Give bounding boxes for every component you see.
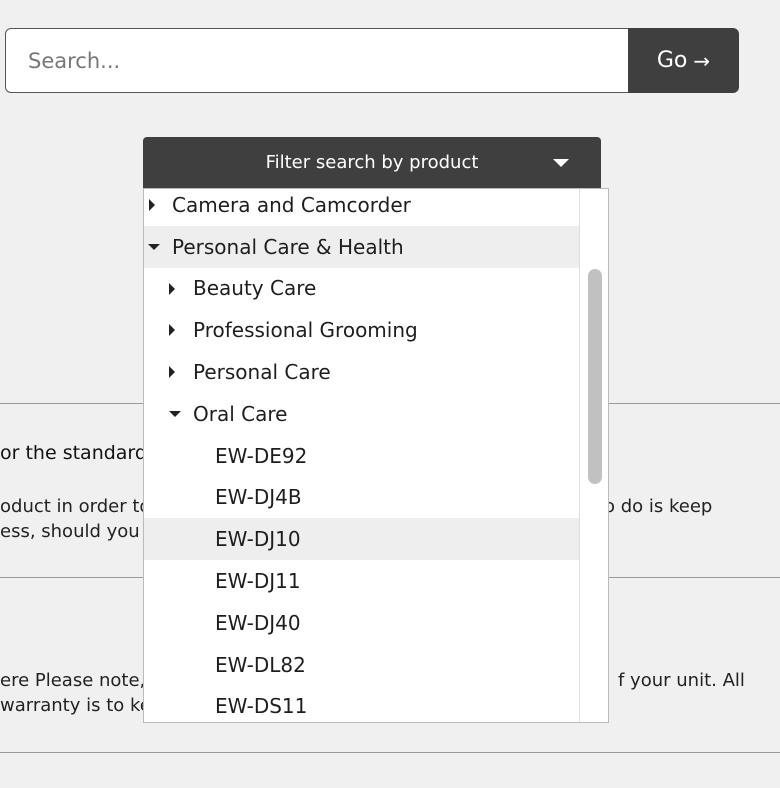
go-label: Go — [656, 48, 688, 73]
tree-item[interactable]: EW-DJ11 — [144, 560, 579, 602]
tree-item[interactable]: EW-DJ40 — [144, 602, 579, 644]
collapse-arrow-icon[interactable] — [169, 410, 181, 417]
tree-item-label: Camera and Camcorder — [172, 192, 411, 217]
tree-item[interactable]: Personal Care & Health — [144, 225, 579, 268]
tree-item[interactable]: EW-DL82 — [144, 644, 579, 686]
tree-item-label: EW-DJ11 — [215, 569, 301, 594]
tree-item-label: EW-DS11 — [215, 694, 308, 719]
tree-item-label: Beauty Care — [193, 276, 317, 301]
scrollbar[interactable] — [579, 189, 608, 722]
tree-item[interactable]: EW-DJ4B — [144, 477, 579, 519]
tree-item-label: EW-DJ10 — [215, 527, 301, 552]
caret-down-icon — [553, 159, 569, 167]
tree-item-label: Personal Care — [193, 360, 331, 385]
scrollbar-thumb[interactable] — [588, 269, 602, 484]
search-input[interactable] — [5, 28, 629, 93]
expand-arrow-icon[interactable] — [149, 199, 155, 211]
tree-item[interactable]: Professional Grooming — [144, 309, 579, 351]
expand-arrow-icon[interactable] — [169, 282, 175, 295]
tree-item[interactable]: Beauty Care — [144, 268, 579, 310]
tree-item[interactable]: Camera and Camcorder — [144, 189, 579, 226]
tree-item-label: EW-DE92 — [215, 443, 308, 468]
product-tree: Camera and Camcorder Personal Care & Heal… — [144, 189, 579, 722]
go-button[interactable]: Go → — [628, 28, 739, 93]
expand-arrow-icon[interactable] — [169, 324, 175, 337]
paragraph-text: f your unit. All — [618, 670, 745, 691]
tree-item[interactable]: EW-DS11 — [144, 686, 579, 722]
tree-item-label: Professional Grooming — [193, 318, 418, 343]
section-heading: or the standard — [0, 442, 147, 464]
paragraph-text: o do is keep — [604, 496, 713, 517]
arrow-right-icon: → — [693, 48, 711, 73]
expand-arrow-icon[interactable] — [169, 366, 175, 379]
paragraph-text: ere Please note, t — [0, 670, 159, 691]
paragraph-text: oduct in order to — [0, 496, 151, 517]
tree-item-label: EW-DL82 — [215, 652, 306, 677]
tree-item[interactable]: Personal Care — [144, 351, 579, 393]
collapse-arrow-icon[interactable] — [148, 243, 160, 250]
tree-item-label: EW-DJ4B — [215, 485, 302, 510]
paragraph-text: warranty is to ke — [0, 695, 151, 716]
paragraph-text: ess, should you w — [0, 521, 161, 542]
filter-label: Filter search by product — [265, 152, 479, 173]
tree-item-label: EW-DJ40 — [215, 610, 301, 635]
filter-dropdown-button[interactable]: Filter search by product — [143, 137, 601, 188]
tree-item[interactable]: EW-DE92 — [144, 435, 579, 477]
tree-item-label: Oral Care — [193, 401, 288, 426]
tree-item[interactable]: Oral Care — [144, 393, 579, 435]
divider — [0, 752, 780, 753]
tree-item[interactable]: EW-DJ10 — [144, 518, 579, 561]
tree-item-label: Personal Care & Health — [172, 234, 404, 259]
filter-dropdown-panel[interactable]: Camera and Camcorder Personal Care & Heal… — [143, 188, 609, 723]
